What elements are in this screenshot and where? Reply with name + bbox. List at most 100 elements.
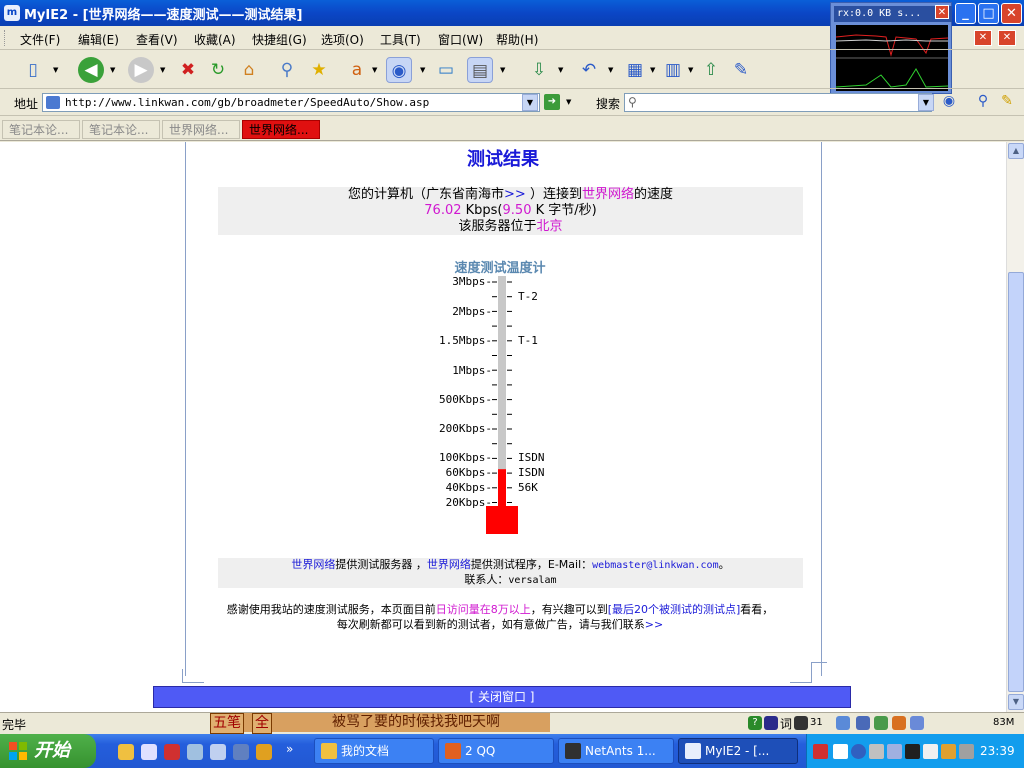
edit-icon[interactable]: ✎	[728, 57, 754, 83]
task-myie2[interactable]: MyIE2 - [...	[678, 738, 798, 764]
url-input[interactable]: http://www.linkwan.com/gb/broadmeter/Spe…	[42, 93, 540, 112]
quicklaunch-more-icon[interactable]: »	[286, 742, 293, 756]
ime-bar[interactable]: 五笔 全 被骂了要的时候找我吧天啊	[210, 713, 550, 734]
tab-notebook-1[interactable]: 笔记本论...	[2, 120, 80, 139]
columns-dropdown-icon[interactable]: ▼	[688, 66, 693, 74]
forward-icon[interactable]: ▶	[128, 57, 154, 83]
forward-dropdown-icon[interactable]: ▼	[160, 66, 165, 74]
task-netants[interactable]: NetAnts 1...	[558, 738, 674, 764]
translate-icon[interactable]: a	[344, 57, 370, 83]
menu-file[interactable]: 文件(F)	[20, 31, 60, 48]
new-page-icon[interactable]: ▯	[20, 57, 46, 83]
tray-monitor-icon[interactable]	[887, 744, 902, 759]
search-input[interactable]: ⚲	[624, 93, 932, 112]
search-engine-icon[interactable]: ◉	[936, 88, 962, 114]
quicklaunch-image-icon[interactable]	[233, 744, 249, 760]
site-link-2[interactable]: 世界网络	[427, 558, 471, 571]
quicklaunch-ie-icon[interactable]	[141, 744, 157, 760]
minimize-button[interactable]: _	[955, 3, 976, 24]
menu-tools[interactable]: 工具(T)	[380, 31, 421, 48]
find-icon[interactable]: ⚲	[970, 88, 996, 114]
start-button[interactable]: 开始	[0, 734, 96, 768]
search-icon[interactable]: ⚲	[274, 57, 300, 83]
scroll-up-icon[interactable]: ▲	[1008, 143, 1024, 159]
go-dropdown-icon[interactable]: ▼	[566, 98, 571, 106]
help-icon[interactable]: ?	[748, 716, 762, 730]
status-sync-icon[interactable]	[836, 716, 850, 730]
location-link[interactable]: >>	[504, 187, 526, 202]
tray-display-icon[interactable]	[959, 744, 974, 759]
globe-icon[interactable]: ◉	[386, 57, 412, 83]
task-qq[interactable]: 2 QQ	[438, 738, 554, 764]
download-dropdown-icon[interactable]: ▼	[558, 66, 563, 74]
tray-ime-icon[interactable]	[813, 744, 828, 759]
quicklaunch-media-icon[interactable]	[256, 744, 272, 760]
undo-dropdown-icon[interactable]: ▼	[608, 66, 613, 74]
status-tree-icon[interactable]	[874, 716, 888, 730]
menu-favorites[interactable]: 收藏(A)	[194, 31, 236, 48]
menu-view[interactable]: 查看(V)	[136, 31, 178, 48]
menu-window[interactable]: 窗口(W)	[438, 31, 483, 48]
quicklaunch-folder-icon[interactable]	[118, 744, 134, 760]
columns-icon[interactable]: ▥	[660, 57, 686, 83]
window-icon[interactable]: ▭	[433, 57, 459, 83]
vertical-scrollbar[interactable]: ▲ ▼	[1006, 142, 1024, 712]
task-my-documents[interactable]: 我的文档	[314, 738, 434, 764]
close-button[interactable]: ✕	[1001, 3, 1022, 24]
site-link-1[interactable]: 世界网络	[291, 558, 335, 571]
back-dropdown-icon[interactable]: ▼	[110, 66, 115, 74]
status-brush-icon[interactable]	[856, 716, 870, 730]
menu-edit[interactable]: 编辑(E)	[78, 31, 119, 48]
mdi-close-button[interactable]: ✕	[998, 30, 1016, 46]
status-gear-icon[interactable]	[892, 716, 906, 730]
quicklaunch-app-icon[interactable]	[164, 744, 180, 760]
back-icon[interactable]: ◀	[78, 57, 104, 83]
tray-tool-icon[interactable]	[905, 744, 920, 759]
globe-dropdown-icon[interactable]: ▼	[420, 66, 425, 74]
tab-notebook-2[interactable]: 笔记本论...	[82, 120, 160, 139]
tray-disk-icon[interactable]	[923, 744, 938, 759]
tray-app-icon[interactable]	[833, 744, 848, 759]
url-dropdown-icon[interactable]: ▼	[522, 94, 538, 111]
status-edit-icon[interactable]	[910, 716, 924, 730]
go-icon[interactable]: ➜	[544, 94, 560, 110]
email-link[interactable]: webmaster@linkwan.com	[592, 560, 718, 571]
pen-icon[interactable]	[794, 716, 808, 730]
tab-world-network-1[interactable]: 世界网络...	[162, 120, 240, 139]
scroll-down-icon[interactable]: ▼	[1008, 694, 1024, 710]
close-window-button[interactable]: [ 关闭窗口 ]	[153, 686, 851, 708]
print-icon[interactable]: ▤	[467, 57, 493, 83]
menu-help[interactable]: 帮助(H)	[496, 31, 538, 48]
print-dropdown-icon[interactable]: ▼	[500, 66, 505, 74]
menu-options[interactable]: 选项(O)	[321, 31, 364, 48]
highlight-icon[interactable]: ✎	[994, 88, 1020, 114]
layout-icon[interactable]: ▦	[622, 57, 648, 83]
ime-ci[interactable]: 词	[780, 715, 792, 732]
download-icon[interactable]: ⇩	[526, 57, 552, 83]
favorites-star-icon[interactable]: ★	[306, 57, 332, 83]
netmon-close-button[interactable]: ✕	[935, 5, 949, 19]
globe-status-icon[interactable]	[764, 716, 778, 730]
maximize-button[interactable]: □	[978, 3, 999, 24]
quicklaunch-network-icon[interactable]	[210, 744, 226, 760]
refresh-icon[interactable]: ↻	[205, 57, 231, 83]
upload-icon[interactable]: ⇧	[698, 57, 724, 83]
scroll-thumb[interactable]	[1008, 272, 1024, 692]
undo-icon[interactable]: ↶	[576, 57, 602, 83]
tab-world-network-active[interactable]: 世界网络...	[242, 120, 320, 139]
contact-us-link[interactable]: >>	[645, 618, 663, 631]
menu-groups[interactable]: 快捷组(G)	[252, 31, 307, 48]
tray-network-icon[interactable]	[869, 744, 884, 759]
ime-width[interactable]: 全	[252, 713, 272, 734]
layout-dropdown-icon[interactable]: ▼	[650, 66, 655, 74]
tray-volume-icon[interactable]	[941, 744, 956, 759]
stop-icon[interactable]: ✖	[175, 57, 201, 83]
ime-mode[interactable]: 五笔	[210, 713, 244, 734]
last-tests-link[interactable]: [最后20个被测试的测试点]	[608, 603, 741, 616]
search-dropdown-icon[interactable]: ▼	[918, 94, 934, 111]
tray-arrow-icon[interactable]	[851, 744, 866, 759]
new-dropdown-icon[interactable]: ▼	[53, 66, 58, 74]
translate-dropdown-icon[interactable]: ▼	[372, 66, 377, 74]
mdi-restore-button[interactable]: ✕	[974, 30, 992, 46]
home-icon[interactable]: ⌂	[236, 57, 262, 83]
